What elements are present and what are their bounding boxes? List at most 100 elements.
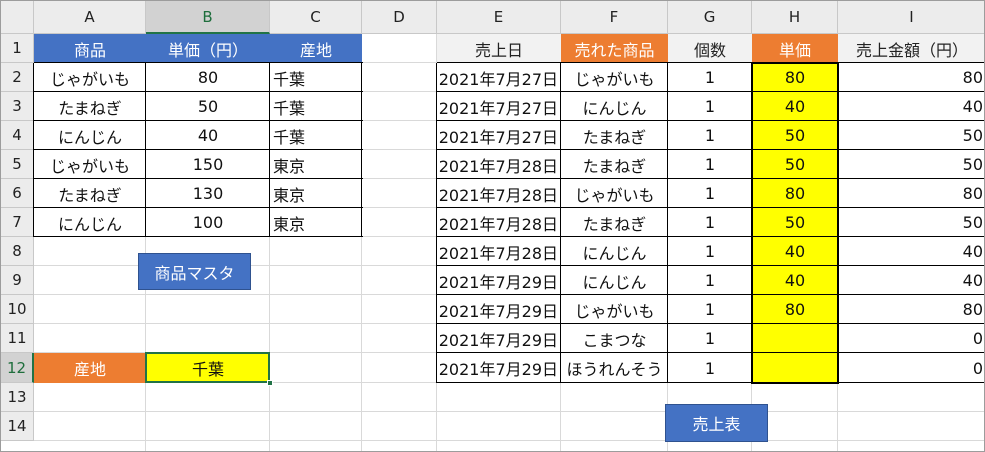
row-header-1[interactable]: 1 [1, 34, 34, 63]
sales-table-cell[interactable]: 2021年7月28日 [437, 179, 561, 208]
sales-table-cell[interactable]: 2021年7月27日 [437, 92, 561, 121]
sales-table-cell[interactable]: じゃがいも [561, 179, 668, 208]
sales-table-cell[interactable]: 0 [838, 324, 984, 353]
spreadsheet-grid[interactable]: A B C D E F G H I 1 2 3 4 5 6 7 8 9 10 11 12 13 14 商品 単価（円） 産地 じゃが… [0, 0, 985, 452]
sales-table-cell[interactable]: ほうれんそう [561, 353, 668, 383]
sales-header-cell[interactable]: 単価 [752, 34, 838, 63]
sales-table-cell[interactable]: 2021年7月29日 [437, 295, 561, 324]
master-table-cell[interactable]: たまねぎ [34, 179, 146, 208]
sales-table-cell[interactable]: じゃがいも [561, 295, 668, 324]
sales-label-shape[interactable]: 売上表 [665, 404, 768, 442]
row-header-6[interactable]: 6 [1, 179, 34, 208]
sales-table-cell[interactable]: 1 [668, 150, 752, 179]
sales-table-cell[interactable]: 1 [668, 266, 752, 295]
row-header-14[interactable]: 14 [1, 412, 34, 441]
sales-table-cell[interactable]: 80 [752, 63, 838, 92]
filter-label-cell[interactable]: 産地 [34, 353, 146, 383]
master-table-cell[interactable]: 130 [146, 179, 270, 208]
sales-table-cell[interactable]: 50 [752, 150, 838, 179]
column-header-a[interactable]: A [34, 1, 146, 34]
sales-table-cell[interactable]: 50 [838, 150, 984, 179]
sales-table-cell[interactable]: 50 [752, 121, 838, 150]
sales-table-cell[interactable]: 50 [838, 121, 984, 150]
master-header-cell[interactable]: 単価（円） [146, 34, 270, 63]
sales-header-cell[interactable]: 売上金額（円） [838, 34, 984, 63]
sales-table-cell[interactable]: 50 [838, 208, 984, 237]
sales-table-cell[interactable]: 80 [838, 63, 984, 92]
row-header-9[interactable]: 9 [1, 266, 34, 295]
row-header-3[interactable]: 3 [1, 92, 34, 121]
master-table-cell[interactable]: 50 [146, 92, 270, 121]
column-header-i[interactable]: I [838, 1, 984, 34]
row-header-4[interactable]: 4 [1, 121, 34, 150]
sales-table-cell[interactable]: 2021年7月28日 [437, 237, 561, 266]
master-label-shape[interactable]: 商品マスタ [138, 253, 251, 290]
sales-table-cell[interactable]: 1 [668, 324, 752, 353]
sales-table-cell[interactable] [752, 324, 838, 353]
row-header-5[interactable]: 5 [1, 150, 34, 179]
sales-table-cell[interactable]: 1 [668, 63, 752, 92]
sales-table-cell[interactable]: 1 [668, 208, 752, 237]
sales-table-cell[interactable]: 40 [752, 92, 838, 121]
sales-table-cell[interactable]: にんじん [561, 237, 668, 266]
row-header-10[interactable]: 10 [1, 295, 34, 324]
master-table-cell[interactable]: 100 [146, 208, 270, 237]
row-header-2[interactable]: 2 [1, 63, 34, 92]
select-all-corner[interactable] [1, 1, 34, 34]
column-header-d[interactable]: D [362, 1, 437, 34]
sales-table-cell[interactable] [752, 353, 838, 383]
row-header-13[interactable]: 13 [1, 383, 34, 412]
row-header-12[interactable]: 12 [1, 353, 34, 383]
master-table-cell[interactable]: 東京 [270, 208, 362, 237]
sales-table-cell[interactable]: にんじん [561, 266, 668, 295]
master-header-cell[interactable]: 商品 [34, 34, 146, 63]
sales-table-cell[interactable]: 80 [838, 295, 984, 324]
sales-table-cell[interactable]: 40 [838, 92, 984, 121]
sales-table-cell[interactable]: 50 [752, 208, 838, 237]
sales-table-cell[interactable]: 1 [668, 179, 752, 208]
sales-table-cell[interactable]: 80 [752, 295, 838, 324]
sales-table-cell[interactable]: 2021年7月29日 [437, 266, 561, 295]
sales-table-cell[interactable]: 2021年7月28日 [437, 150, 561, 179]
master-table-cell[interactable]: 40 [146, 121, 270, 150]
master-table-cell[interactable]: 80 [146, 63, 270, 92]
sales-table-cell[interactable]: じゃがいも [561, 63, 668, 92]
sales-table-cell[interactable]: 40 [838, 266, 984, 295]
master-table-cell[interactable]: じゃがいも [34, 150, 146, 179]
sales-table-cell[interactable]: 1 [668, 237, 752, 266]
sales-table-cell[interactable]: 40 [752, 266, 838, 295]
master-table-cell[interactable]: じゃがいも [34, 63, 146, 92]
sales-table-cell[interactable]: 2021年7月29日 [437, 353, 561, 383]
sales-table-cell[interactable]: 0 [838, 353, 984, 383]
sales-table-cell[interactable]: 2021年7月28日 [437, 208, 561, 237]
sales-table-cell[interactable]: 40 [752, 237, 838, 266]
sales-table-cell[interactable]: たまねぎ [561, 208, 668, 237]
column-header-g[interactable]: G [668, 1, 752, 34]
sales-table-cell[interactable]: 80 [838, 179, 984, 208]
sales-table-cell[interactable]: 2021年7月27日 [437, 63, 561, 92]
master-table-cell[interactable]: 千葉 [270, 121, 362, 150]
column-header-c[interactable]: C [270, 1, 362, 34]
sales-header-cell[interactable]: 個数 [668, 34, 752, 63]
master-table-cell[interactable]: にんじん [34, 208, 146, 237]
fill-handle[interactable] [267, 380, 273, 386]
master-header-cell[interactable]: 産地 [270, 34, 362, 63]
sales-table-cell[interactable]: 1 [668, 92, 752, 121]
sales-table-cell[interactable]: にんじん [561, 92, 668, 121]
sales-table-cell[interactable]: 1 [668, 121, 752, 150]
row-header-8[interactable]: 8 [1, 237, 34, 266]
master-table-cell[interactable]: 東京 [270, 150, 362, 179]
sales-table-cell[interactable]: 40 [838, 237, 984, 266]
column-header-h[interactable]: H [752, 1, 838, 34]
row-header-7[interactable]: 7 [1, 208, 34, 237]
sales-table-cell[interactable]: 1 [668, 295, 752, 324]
sales-table-cell[interactable]: 1 [668, 353, 752, 383]
master-table-cell[interactable]: 150 [146, 150, 270, 179]
master-table-cell[interactable]: にんじん [34, 121, 146, 150]
column-header-f[interactable]: F [561, 1, 668, 34]
master-table-cell[interactable]: 千葉 [270, 92, 362, 121]
sales-table-cell[interactable]: 2021年7月29日 [437, 324, 561, 353]
master-table-cell[interactable]: 東京 [270, 179, 362, 208]
master-table-cell[interactable]: たまねぎ [34, 92, 146, 121]
row-header-11[interactable]: 11 [1, 324, 34, 353]
